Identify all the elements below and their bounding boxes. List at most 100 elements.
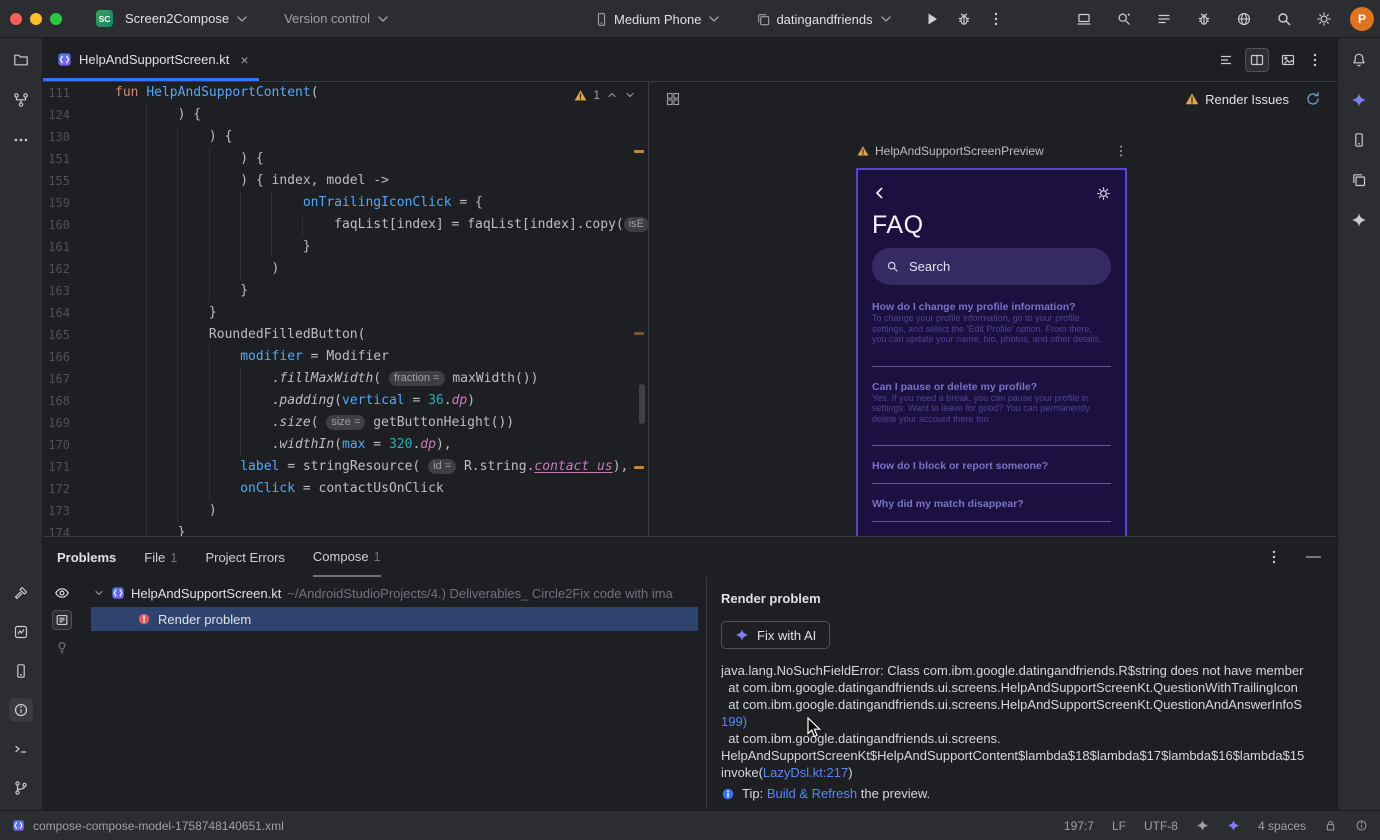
previous-warning-icon[interactable] [606, 89, 618, 101]
stack-frame-link[interactable]: LazyDsl.kt:217 [763, 765, 848, 780]
search-everywhere-button[interactable] [1270, 5, 1298, 33]
ai-status-star-icon[interactable] [1196, 819, 1209, 832]
more-run-actions-button[interactable] [982, 5, 1010, 33]
close-tab-icon[interactable]: × [240, 52, 248, 68]
quick-fix-bulb-icon[interactable] [54, 639, 70, 655]
gemini-button[interactable] [1347, 208, 1371, 232]
assist-gradient-icon[interactable] [1227, 819, 1240, 832]
preview-options-kebab-icon[interactable] [1114, 144, 1128, 158]
code-line[interactable]: 155 ) { index, model -> [43, 170, 648, 192]
preview-details-toggle[interactable] [52, 610, 72, 630]
code-line[interactable]: 172 onClick = contactUsOnClick [43, 478, 648, 500]
problems-tool-button[interactable] [9, 698, 33, 722]
preview-canvas[interactable]: HelpAndSupportScreenPreview FAQ Search H… [649, 116, 1337, 536]
tab-project-errors[interactable]: Project Errors [205, 537, 284, 577]
scrollbar-thumb[interactable] [639, 384, 645, 424]
code-line[interactable]: 160 faqList[index] = faqList[index].copy… [43, 214, 648, 236]
project-tool-button[interactable] [9, 48, 33, 72]
preview-phone-frame[interactable]: FAQ Search How do I change my profile in… [856, 168, 1127, 536]
structure-tool-button[interactable] [9, 88, 33, 112]
more-tool-windows-button[interactable] [9, 128, 33, 152]
line-ending-widget[interactable]: LF [1112, 819, 1126, 833]
code-line[interactable]: 124 ) { [43, 104, 648, 126]
app-quality-insights-button[interactable] [9, 620, 33, 644]
minimize-window-button[interactable] [30, 12, 42, 25]
code-line[interactable]: 164 } [43, 302, 648, 324]
chevron-down-icon[interactable] [93, 587, 105, 599]
error-stripe-mark[interactable] [634, 332, 644, 335]
tab-file[interactable]: File 1 [144, 537, 177, 577]
run-button[interactable] [918, 5, 946, 33]
settings-button[interactable] [1310, 5, 1338, 33]
inspections-indicator-icon[interactable] [1355, 819, 1368, 832]
ai-assistant-button[interactable] [1347, 88, 1371, 112]
device-explorer-button[interactable] [1230, 5, 1258, 33]
tree-problem-row-selected[interactable]: Render problem [91, 607, 698, 631]
preview-layout-icon[interactable] [665, 91, 681, 107]
error-stripe-mark[interactable] [634, 466, 644, 469]
encoding-widget[interactable]: UTF-8 [1144, 819, 1178, 833]
refresh-preview-icon[interactable] [1305, 91, 1321, 107]
run-configuration-selector[interactable]: datingandfriends [750, 7, 899, 31]
code-line[interactable]: 163 } [43, 280, 648, 302]
code-line[interactable]: 111 fun HelpAndSupportContent( [43, 82, 648, 104]
panel-options-kebab-icon[interactable] [1266, 549, 1282, 565]
hide-panel-button[interactable]: — [1306, 549, 1321, 564]
debug-button[interactable] [950, 5, 978, 33]
app-inspection-button[interactable] [1190, 5, 1218, 33]
code-line[interactable]: 174 } [43, 522, 648, 536]
stack-frame-link[interactable]: 199) [721, 714, 747, 729]
profile-avatar[interactable]: P [1350, 7, 1374, 31]
code-line[interactable]: 151 ) { [43, 148, 648, 170]
device-manager-button[interactable] [1347, 128, 1371, 152]
code-line[interactable]: 162 ) [43, 258, 648, 280]
faq-item[interactable]: How do I change my profile information? T… [872, 301, 1111, 367]
faq-item[interactable]: How do I block or report someone? [872, 446, 1111, 484]
faq-item[interactable]: Why did my match disappear? [872, 484, 1111, 522]
back-chevron-icon[interactable] [872, 185, 888, 201]
logcat-tool-button[interactable] [9, 659, 33, 683]
tab-compose[interactable]: Compose 1 [312, 537, 381, 577]
code-line[interactable]: 130 ) { [43, 126, 648, 148]
code-line[interactable]: 166 modifier = Modifier [43, 346, 648, 368]
editor-options-kebab-icon[interactable] [1307, 52, 1323, 68]
resource-manager-button[interactable] [1347, 168, 1371, 192]
zoom-window-button[interactable] [50, 12, 62, 25]
code-line[interactable]: 161 } [43, 236, 648, 258]
notifications-button[interactable] [1347, 48, 1371, 72]
close-window-button[interactable] [10, 12, 22, 25]
next-warning-icon[interactable] [624, 89, 636, 101]
code-editor[interactable]: 111 fun HelpAndSupportContent(124 ) {130 … [43, 82, 648, 536]
error-stripe-mark[interactable] [634, 150, 644, 153]
indent-widget[interactable]: 4 spaces [1258, 819, 1306, 833]
build-tool-button[interactable] [9, 581, 33, 605]
ai-actions-button[interactable] [1110, 5, 1138, 33]
vcs-widget[interactable]: Version control [278, 7, 397, 31]
stack-trace[interactable]: java.lang.NoSuchFieldError: Class com.ib… [721, 662, 1337, 781]
code-view-icon[interactable] [1218, 52, 1234, 68]
preview-name[interactable]: HelpAndSupportScreenPreview [875, 144, 1044, 158]
version-control-tool-button[interactable] [9, 776, 33, 800]
build-refresh-link[interactable]: Build & Refresh [767, 786, 857, 801]
design-view-icon[interactable] [1280, 52, 1296, 68]
device-selector[interactable]: Medium Phone [588, 7, 728, 31]
faq-item[interactable]: Can I pause or delete my profile? Yes. If… [872, 367, 1111, 446]
task-list-button[interactable] [1150, 5, 1178, 33]
code-line[interactable]: 170 .widthIn(max = 320.dp), [43, 434, 648, 456]
settings-gear-icon[interactable] [1096, 186, 1111, 201]
running-devices-button[interactable] [1070, 5, 1098, 33]
project-selector[interactable]: Screen2Compose [119, 7, 256, 31]
split-view-toggle[interactable] [1245, 47, 1269, 72]
code-line[interactable]: 167 .fillMaxWidth( fraction = maxWidth()… [43, 368, 648, 390]
inspection-widget[interactable]: 1 [574, 88, 636, 102]
status-file[interactable]: compose-compose-model-1758748140651.xml [12, 819, 284, 833]
code-line[interactable]: 159 onTrailingIconClick = { [43, 192, 648, 214]
faq-search-bar[interactable]: Search [872, 248, 1111, 285]
code-line[interactable]: 173 ) [43, 500, 648, 522]
tree-file-row[interactable]: HelpAndSupportScreen.kt ~/AndroidStudioP… [81, 581, 706, 605]
fix-with-ai-button[interactable]: Fix with AI [721, 621, 831, 649]
code-line[interactable]: 168 .padding(vertical = 36.dp) [43, 390, 648, 412]
terminal-tool-button[interactable] [9, 737, 33, 761]
editor-tab[interactable]: HelpAndSupportScreen.kt × [43, 38, 259, 81]
render-issues-button[interactable]: Render Issues [1185, 92, 1289, 107]
